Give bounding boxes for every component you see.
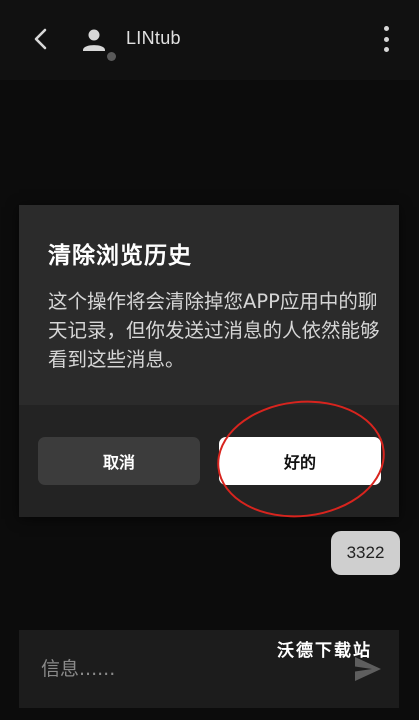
- clear-history-dialog: 清除浏览历史 这个操作将会清除掉您APP应用中的聊天记录，但你发送过消息的人依然…: [19, 205, 399, 526]
- person-icon: [83, 29, 105, 51]
- more-options-button[interactable]: [372, 24, 400, 54]
- message-bubble[interactable]: 3322: [331, 531, 400, 575]
- back-arrow-icon: [34, 28, 47, 50]
- avatar[interactable]: [80, 26, 108, 54]
- watermark: 沃德下载站: [277, 641, 372, 661]
- presence-dot: [107, 52, 116, 61]
- dialog-message: 这个操作将会清除掉您APP应用中的聊天记录，但你发送过消息的人依然能够看到这些消…: [48, 290, 380, 371]
- chat-screen: LINtub 清除浏览历史 这个操作将会清除掉您APP应用中的聊天记录，但你发送…: [0, 0, 419, 720]
- contact-name[interactable]: LINtub: [126, 28, 181, 49]
- dialog-title: 清除浏览历史: [48, 243, 192, 269]
- cancel-button[interactable]: 取消: [38, 437, 200, 485]
- dialog-actions: 取消 好的: [19, 405, 399, 517]
- confirm-button[interactable]: 好的: [219, 437, 381, 485]
- back-button[interactable]: [26, 24, 56, 54]
- more-vertical-icon: [383, 26, 389, 31]
- top-app-bar: LINtub: [0, 0, 419, 80]
